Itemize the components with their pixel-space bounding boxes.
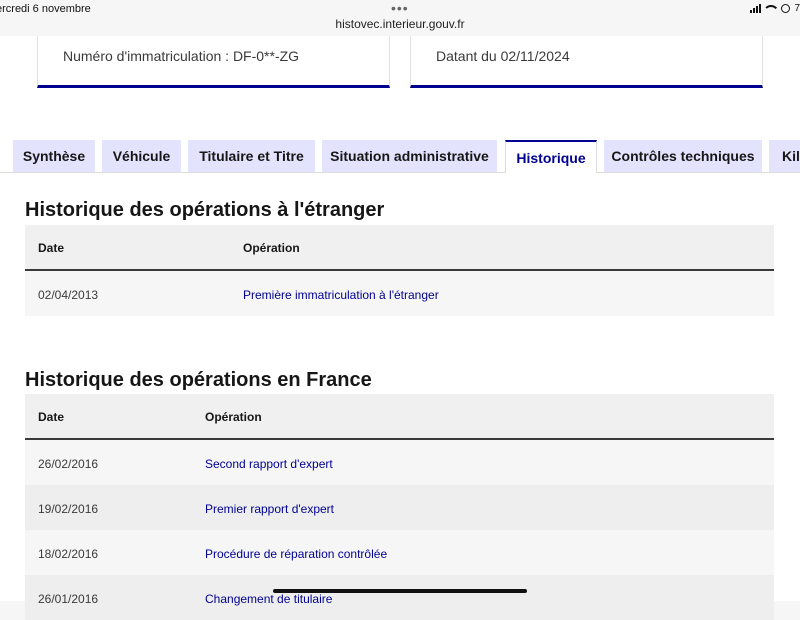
- report-date: Datant du 02/11/2024: [436, 48, 570, 64]
- battery-level: 7: [794, 3, 800, 14]
- status-icons: 7: [750, 3, 800, 14]
- tab-synthese[interactable]: Synthèse: [13, 140, 95, 172]
- row-operation-link[interactable]: Second rapport d'expert: [205, 457, 333, 471]
- tab-controles-techniques[interactable]: Contrôles techniques: [604, 140, 762, 172]
- wifi-icon: [765, 4, 777, 13]
- tab-vehicule[interactable]: Véhicule: [102, 140, 181, 172]
- column-date: Date: [38, 241, 65, 255]
- status-bar: ercredi 6 novembre ••• histovec.interieu…: [0, 0, 800, 36]
- tab-titulaire-et-titre[interactable]: Titulaire et Titre: [188, 140, 315, 172]
- foreign-history-table: Date Opération 02/04/2013 Première immat…: [25, 225, 774, 316]
- tab-panel-historique: Historique des opérations à l'étranger D…: [0, 172, 800, 620]
- france-history-title: Historique des opérations en France: [25, 369, 372, 391]
- row-date: 19/02/2016: [38, 502, 99, 516]
- tab-kilometrage[interactable]: Kil: [769, 140, 800, 172]
- alarm-icon: [781, 4, 791, 13]
- table-row: 19/02/2016 Premier rapport d'expert: [25, 485, 774, 530]
- home-indicator[interactable]: [273, 589, 527, 593]
- tab-situation-administrative[interactable]: Situation administrative: [322, 140, 497, 172]
- address-url[interactable]: histovec.interieur.gouv.fr: [0, 17, 800, 31]
- column-operation: Opération: [205, 410, 262, 424]
- row-operation-link[interactable]: Changement de titulaire: [205, 592, 332, 606]
- row-operation-link[interactable]: Procédure de réparation contrôlée: [205, 547, 387, 561]
- signal-icon: [750, 4, 762, 13]
- france-history-table: Date Opération 26/02/2016 Second rapport…: [25, 394, 774, 620]
- page: Numéro d'immatriculation : DF-0**-ZG Dat…: [0, 36, 800, 620]
- status-date: ercredi 6 novembre: [0, 3, 91, 15]
- more-dots-icon[interactable]: •••: [391, 0, 409, 16]
- row-date: 02/04/2013: [38, 288, 99, 302]
- row-date: 26/02/2016: [38, 457, 99, 471]
- registration-number: Numéro d'immatriculation : DF-0**-ZG: [63, 48, 300, 64]
- table-row: 18/02/2016 Procédure de réparation contr…: [25, 530, 774, 575]
- column-date: Date: [38, 410, 65, 424]
- row-date: 18/02/2016: [38, 547, 99, 561]
- table-header: Date Opération: [25, 394, 774, 440]
- table-row: 26/01/2016 Changement de titulaire: [25, 575, 774, 620]
- table-row: 02/04/2013 Première immatriculation à l'…: [25, 271, 774, 316]
- table-header: Date Opération: [25, 225, 774, 271]
- row-operation-link[interactable]: Premier rapport d'expert: [205, 502, 334, 516]
- table-row: 26/02/2016 Second rapport d'expert: [25, 440, 774, 485]
- foreign-history-title: Historique des opérations à l'étranger: [25, 199, 385, 221]
- row-date: 26/01/2016: [38, 592, 99, 606]
- row-operation-link[interactable]: Première immatriculation à l'étranger: [243, 288, 439, 302]
- date-card: Datant du 02/11/2024: [410, 36, 763, 88]
- tab-historique[interactable]: Historique: [505, 140, 597, 173]
- column-operation: Opération: [243, 241, 300, 255]
- registration-card: Numéro d'immatriculation : DF-0**-ZG: [37, 36, 390, 88]
